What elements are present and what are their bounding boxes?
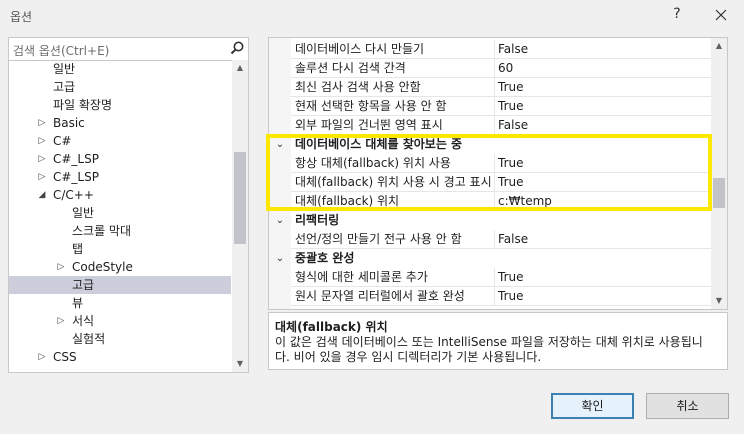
grid-scrollbar[interactable]: ▲ ▼ xyxy=(711,38,727,309)
tree-item-label: 고급 xyxy=(72,278,95,292)
property-row[interactable]: 현재 선택한 항목을 사용 안 함 True xyxy=(291,97,711,116)
tree-item-label: C# xyxy=(53,134,72,148)
tree-item[interactable]: ▷ Basic xyxy=(9,114,231,132)
tree-item[interactable]: 실험적 xyxy=(9,330,231,348)
tree-item[interactable]: ▷ C#_LSP xyxy=(9,168,231,186)
property-name: 솔루션 다시 검색 간격 xyxy=(295,61,406,75)
search-icon[interactable] xyxy=(229,40,245,56)
property-row[interactable]: 원시 문자열 리터럴에서 괄호 완성 True xyxy=(291,287,711,306)
tree-item[interactable]: 파일 확장명 xyxy=(9,96,231,114)
search-input[interactable]: 검색 옵션(Ctrl+E) xyxy=(13,42,109,59)
tree-item[interactable]: 탭 xyxy=(9,240,231,258)
description-line: 이 값은 검색 데이터베이스 또는 IntelliSense 파일을 저장하는 … xyxy=(275,335,703,349)
property-row[interactable]: 선언/정의 만들기 전구 사용 안 함 False xyxy=(291,230,711,249)
tree-item-label: CSS xyxy=(53,350,77,364)
property-value[interactable]: True xyxy=(494,287,708,306)
tree-item[interactable]: ▷ CSS xyxy=(9,348,231,366)
collapsed-arrow-icon[interactable]: ▷ xyxy=(37,150,47,168)
collapsed-arrow-icon[interactable]: ▷ xyxy=(56,312,66,330)
title-bar: 옵션 ? xyxy=(0,0,744,32)
close-button[interactable] xyxy=(708,3,734,27)
tree-item-label: C#_LSP xyxy=(53,152,99,166)
close-icon xyxy=(715,9,727,21)
collapse-icon[interactable]: ⌄ xyxy=(273,211,287,230)
scroll-up-icon[interactable]: ▲ xyxy=(711,38,727,54)
window-title: 옵션 xyxy=(10,10,33,24)
collapse-icon[interactable]: ⌄ xyxy=(273,249,287,268)
collapsed-arrow-icon[interactable]: ▷ xyxy=(37,132,47,150)
tree-item-label: 일반 xyxy=(72,206,95,220)
tree-item-label: 뷰 xyxy=(72,296,84,310)
property-value[interactable]: True xyxy=(494,97,708,116)
options-tree: 일반 고급 파일 확장명 ▷ Basic ▷ C# ▷ C#_LSP ▷ C#_LSP ◢ C/C++ 일… xyxy=(9,60,231,372)
property-name: 현재 선택한 항목을 사용 안 함 xyxy=(295,99,447,113)
tree-item[interactable]: 뷰 xyxy=(9,294,231,312)
tree-item-label: CodeStyle xyxy=(72,260,133,274)
description-line: 다. 비어 있을 경우 임시 디렉터리가 기본 사용됩니다. xyxy=(275,350,542,364)
description-text: 이 값은 검색 데이터베이스 또는 IntelliSense 파일을 저장하는 … xyxy=(275,335,721,365)
expanded-arrow-icon[interactable]: ◢ xyxy=(37,186,47,204)
collapsed-arrow-icon[interactable]: ▷ xyxy=(37,168,47,186)
property-name: 선언/정의 만들기 전구 사용 안 함 xyxy=(295,232,462,246)
property-value[interactable]: True xyxy=(494,78,708,97)
tree-item[interactable]: 고급 xyxy=(9,276,231,294)
tree-item[interactable]: 스크롤 막대 xyxy=(9,222,231,240)
tree-item-label: 일반 xyxy=(53,62,76,76)
property-value[interactable]: 60 xyxy=(494,59,708,78)
tree-item[interactable]: 고급 xyxy=(9,78,231,96)
property-row[interactable]: 솔루션 다시 검색 간격 60 xyxy=(291,59,711,78)
tree-item[interactable]: ▷ CodeStyle xyxy=(9,258,231,276)
property-value[interactable]: False xyxy=(494,116,708,135)
scroll-up-icon[interactable]: ▲ xyxy=(232,60,248,76)
search-box[interactable]: 검색 옵션(Ctrl+E) xyxy=(9,38,248,61)
scroll-down-icon[interactable]: ▼ xyxy=(711,293,727,309)
collapsed-arrow-icon[interactable]: ▷ xyxy=(56,258,66,276)
property-row[interactable]: 데이터베이스 다시 만들기 False xyxy=(291,40,711,59)
scroll-thumb[interactable] xyxy=(234,152,246,244)
property-row[interactable]: 형식에 대한 세미콜론 추가 True xyxy=(291,268,711,287)
property-name: 원시 문자열 리터럴에서 괄호 완성 xyxy=(295,289,465,303)
property-value[interactable]: False xyxy=(494,40,708,59)
tree-item[interactable]: ◢ C/C++ xyxy=(9,186,231,204)
scroll-thumb[interactable] xyxy=(713,178,725,208)
category-row[interactable]: ⌄ 중괄호 완성 xyxy=(269,249,711,268)
ok-button[interactable]: 확인 xyxy=(551,393,634,419)
tree-item-label: 파일 확장명 xyxy=(53,98,113,112)
property-row[interactable]: 외부 파일의 건너뛴 영역 표시 False xyxy=(291,116,711,135)
tree-item-label: 고급 xyxy=(53,80,76,94)
tree-scrollbar[interactable]: ▲ ▼ xyxy=(232,60,248,372)
property-value[interactable]: True xyxy=(494,268,708,287)
property-name: 데이터베이스 다시 만들기 xyxy=(295,42,425,56)
collapsed-arrow-icon[interactable]: ▷ xyxy=(37,114,47,132)
property-name: 형식에 대한 세미콜론 추가 xyxy=(295,270,428,284)
tree-item-label: 탭 xyxy=(72,242,84,256)
tree-item[interactable]: ▷ 서식 xyxy=(9,312,231,330)
description-title: 대체(fallback) 위치 xyxy=(275,320,388,334)
category-row[interactable]: ⌄ 리팩터링 xyxy=(269,211,711,230)
description-panel: 대체(fallback) 위치 이 값은 검색 데이터베이스 또는 Intell… xyxy=(268,312,728,370)
property-name: 최신 검사 검색 사용 안함 xyxy=(295,80,421,94)
scroll-down-icon[interactable]: ▼ xyxy=(232,356,248,372)
tree-item-label: C/C++ xyxy=(53,188,94,202)
tree-item[interactable]: 일반 xyxy=(9,204,231,222)
tree-item[interactable]: ▷ C# xyxy=(9,132,231,150)
tree-item-label: C#_LSP xyxy=(53,170,99,184)
property-row[interactable]: 최신 검사 검색 사용 안함 True xyxy=(291,78,711,97)
tree-item[interactable]: ▷ C#_LSP xyxy=(9,150,231,168)
cancel-button[interactable]: 취소 xyxy=(646,393,729,419)
tree-item-label: Basic xyxy=(53,116,85,130)
category-label: 리팩터링 xyxy=(295,213,340,227)
collapsed-arrow-icon[interactable]: ▷ xyxy=(37,348,47,366)
highlight-box xyxy=(266,134,712,211)
category-label: 중괄호 완성 xyxy=(295,251,355,265)
tree-item-label: 스크롤 막대 xyxy=(72,224,132,238)
options-tree-pane: 검색 옵션(Ctrl+E) 일반 고급 파일 확장명 ▷ Basic ▷ C# ▷ C#_LSP… xyxy=(8,37,249,373)
property-name: 외부 파일의 건너뛴 영역 표시 xyxy=(295,118,443,132)
property-value[interactable]: False xyxy=(494,230,708,249)
tree-item[interactable]: 일반 xyxy=(9,60,231,78)
tree-item-label: 실험적 xyxy=(72,332,106,346)
tree-item-label: 서식 xyxy=(72,314,95,328)
help-button[interactable]: ? xyxy=(669,6,685,24)
